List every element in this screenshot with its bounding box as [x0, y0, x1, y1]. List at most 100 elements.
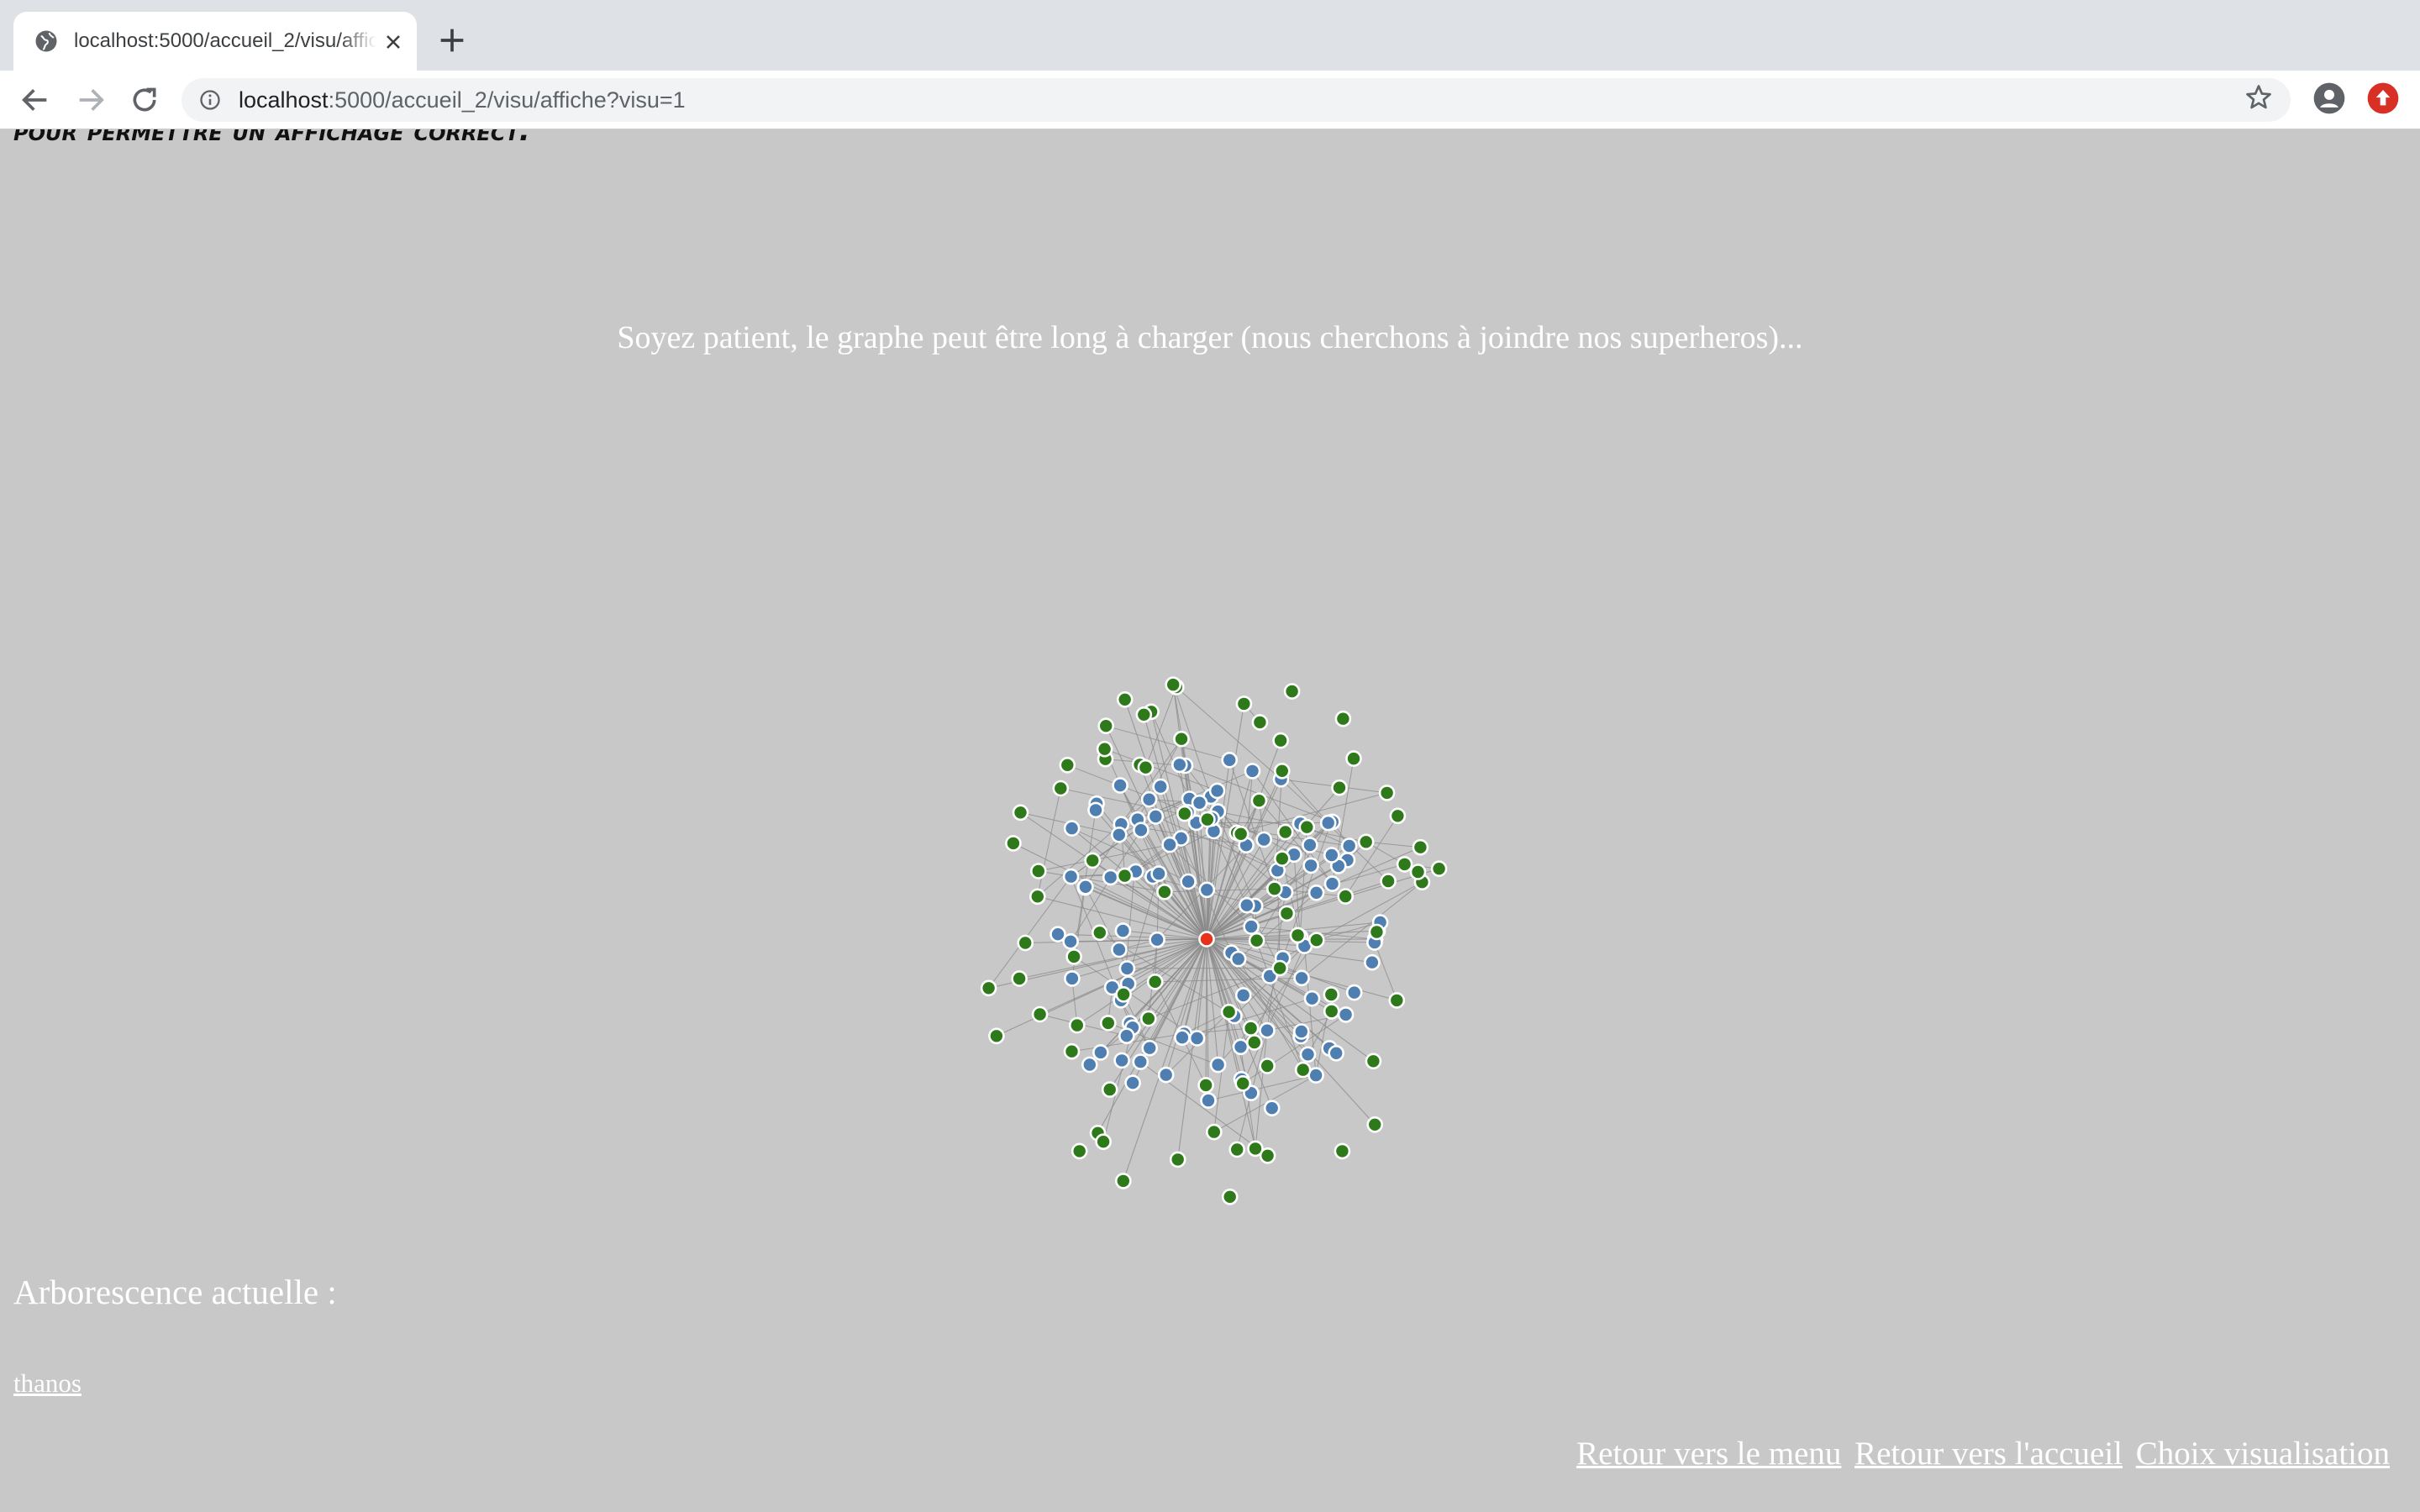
- graph-node[interactable]: [1412, 838, 1429, 856]
- graph-node[interactable]: [1011, 970, 1028, 987]
- graph-node[interactable]: [1364, 953, 1381, 971]
- graph-node[interactable]: [1273, 762, 1291, 780]
- graph-node[interactable]: [1380, 873, 1397, 890]
- graph-node[interactable]: [1302, 837, 1318, 853]
- graph-node[interactable]: [1221, 1188, 1239, 1205]
- graph-node[interactable]: [1278, 905, 1296, 922]
- graph-node[interactable]: [1307, 884, 1325, 901]
- graph-node[interactable]: [1102, 869, 1119, 886]
- graph-node[interactable]: [1149, 931, 1165, 948]
- graph-node[interactable]: [1118, 1027, 1135, 1045]
- graph-node[interactable]: [1115, 1173, 1132, 1189]
- graph-node[interactable]: [1140, 1010, 1157, 1027]
- graph-node[interactable]: [1029, 888, 1046, 906]
- graph-node[interactable]: [1209, 1056, 1227, 1074]
- graph-node[interactable]: [1077, 878, 1094, 895]
- graph-node[interactable]: [1132, 1053, 1150, 1070]
- graph-node[interactable]: [1388, 992, 1406, 1009]
- graph-node[interactable]: [1220, 1003, 1238, 1021]
- network-graph[interactable]: [966, 546, 1487, 1268]
- graph-node[interactable]: [1357, 833, 1375, 851]
- url-text[interactable]: localhost:5000/accueil_2/visu/affiche?vi…: [239, 78, 686, 122]
- graph-node[interactable]: [1409, 864, 1427, 880]
- graph-node[interactable]: [1334, 1142, 1351, 1160]
- graph-node[interactable]: [1161, 836, 1178, 853]
- profile-icon[interactable]: [2312, 81, 2346, 115]
- graph-node[interactable]: [1173, 730, 1190, 748]
- graph-node[interactable]: [1276, 823, 1294, 841]
- graph-node[interactable]: [1081, 1056, 1098, 1074]
- close-icon[interactable]: [381, 30, 405, 54]
- graph-node[interactable]: [1114, 922, 1132, 939]
- graph-node[interactable]: [1299, 1046, 1317, 1063]
- graph-node[interactable]: [1065, 948, 1082, 965]
- graph-node[interactable]: [1069, 1016, 1086, 1034]
- graph-node[interactable]: [1340, 837, 1358, 854]
- graph-node[interactable]: [1366, 1116, 1384, 1133]
- graph-node[interactable]: [1337, 1006, 1355, 1023]
- graph-node[interactable]: [1323, 875, 1341, 892]
- graph-node[interactable]: [1273, 850, 1291, 867]
- graph-node[interactable]: [1176, 805, 1193, 822]
- graph-node[interactable]: [1116, 867, 1134, 885]
- graph-node[interactable]: [1345, 750, 1362, 767]
- graph-node[interactable]: [1063, 1042, 1081, 1060]
- graph-node[interactable]: [1232, 825, 1249, 843]
- graph-node[interactable]: [988, 1027, 1005, 1045]
- graph-node[interactable]: [1062, 868, 1080, 885]
- graph-node[interactable]: [1255, 831, 1273, 848]
- graph-node[interactable]: [1228, 1141, 1246, 1158]
- graph-node[interactable]: [1334, 710, 1352, 727]
- graph-node[interactable]: [1064, 970, 1081, 987]
- graph-node[interactable]: [1115, 985, 1132, 1003]
- visualisation-choice-link[interactable]: Choix visualisation: [2136, 1436, 2390, 1472]
- browser-tab[interactable]: localhost:5000/accueil_2/visu/affiche?vi…: [13, 12, 417, 71]
- graph-node[interactable]: [1147, 808, 1165, 825]
- graph-node[interactable]: [1292, 1023, 1310, 1040]
- graph-node[interactable]: [980, 979, 997, 997]
- graph-node[interactable]: [1229, 950, 1247, 968]
- graph-node[interactable]: [1245, 1034, 1263, 1051]
- graph-center-node[interactable]: [1198, 931, 1215, 948]
- graph-node[interactable]: [1152, 778, 1169, 795]
- graph-node[interactable]: [1244, 763, 1261, 780]
- graph-node[interactable]: [1331, 779, 1348, 796]
- graph-node[interactable]: [1198, 881, 1216, 899]
- graph-node[interactable]: [1059, 756, 1076, 774]
- graph-node[interactable]: [1111, 941, 1128, 958]
- graph-node[interactable]: [1092, 924, 1108, 942]
- graph-node[interactable]: [1111, 826, 1128, 843]
- graph-node[interactable]: [1156, 883, 1173, 900]
- graph-node[interactable]: [1157, 1066, 1175, 1084]
- address-bar[interactable]: localhost:5000/accueil_2/visu/affiche?vi…: [182, 78, 2291, 122]
- graph-node[interactable]: [1180, 873, 1197, 890]
- graph-node[interactable]: [1238, 896, 1255, 914]
- graph-node[interactable]: [1368, 923, 1386, 941]
- graph-node[interactable]: [1307, 932, 1325, 949]
- graph-node[interactable]: [1200, 1092, 1217, 1109]
- graph-node[interactable]: [1259, 1058, 1276, 1074]
- graph-node[interactable]: [1243, 918, 1260, 935]
- graph-node[interactable]: [1101, 1081, 1118, 1098]
- forward-arrow-icon[interactable]: [74, 83, 108, 117]
- graph-node[interactable]: [1135, 706, 1153, 723]
- tree-link-thanos[interactable]: thanos: [13, 1368, 82, 1399]
- graph-node[interactable]: [1232, 1038, 1249, 1056]
- graph-node[interactable]: [1293, 969, 1310, 987]
- graph-node[interactable]: [1365, 1053, 1382, 1070]
- plus-icon[interactable]: [435, 24, 469, 57]
- graph-node[interactable]: [1345, 984, 1363, 1001]
- graph-node[interactable]: [1319, 814, 1337, 832]
- graph-node[interactable]: [1092, 1044, 1109, 1061]
- graph-node[interactable]: [1272, 732, 1289, 749]
- graph-node[interactable]: [1124, 1074, 1141, 1092]
- graph-node[interactable]: [1133, 822, 1150, 839]
- graph-node[interactable]: [1234, 1074, 1252, 1092]
- update-icon[interactable]: [2366, 81, 2400, 115]
- graph-node[interactable]: [1250, 792, 1268, 810]
- graph-node[interactable]: [1199, 811, 1216, 828]
- graph-node[interactable]: [1031, 1005, 1049, 1023]
- graph-node[interactable]: [1337, 888, 1355, 905]
- graph-node[interactable]: [1171, 756, 1188, 774]
- graph-node[interactable]: [1283, 683, 1301, 700]
